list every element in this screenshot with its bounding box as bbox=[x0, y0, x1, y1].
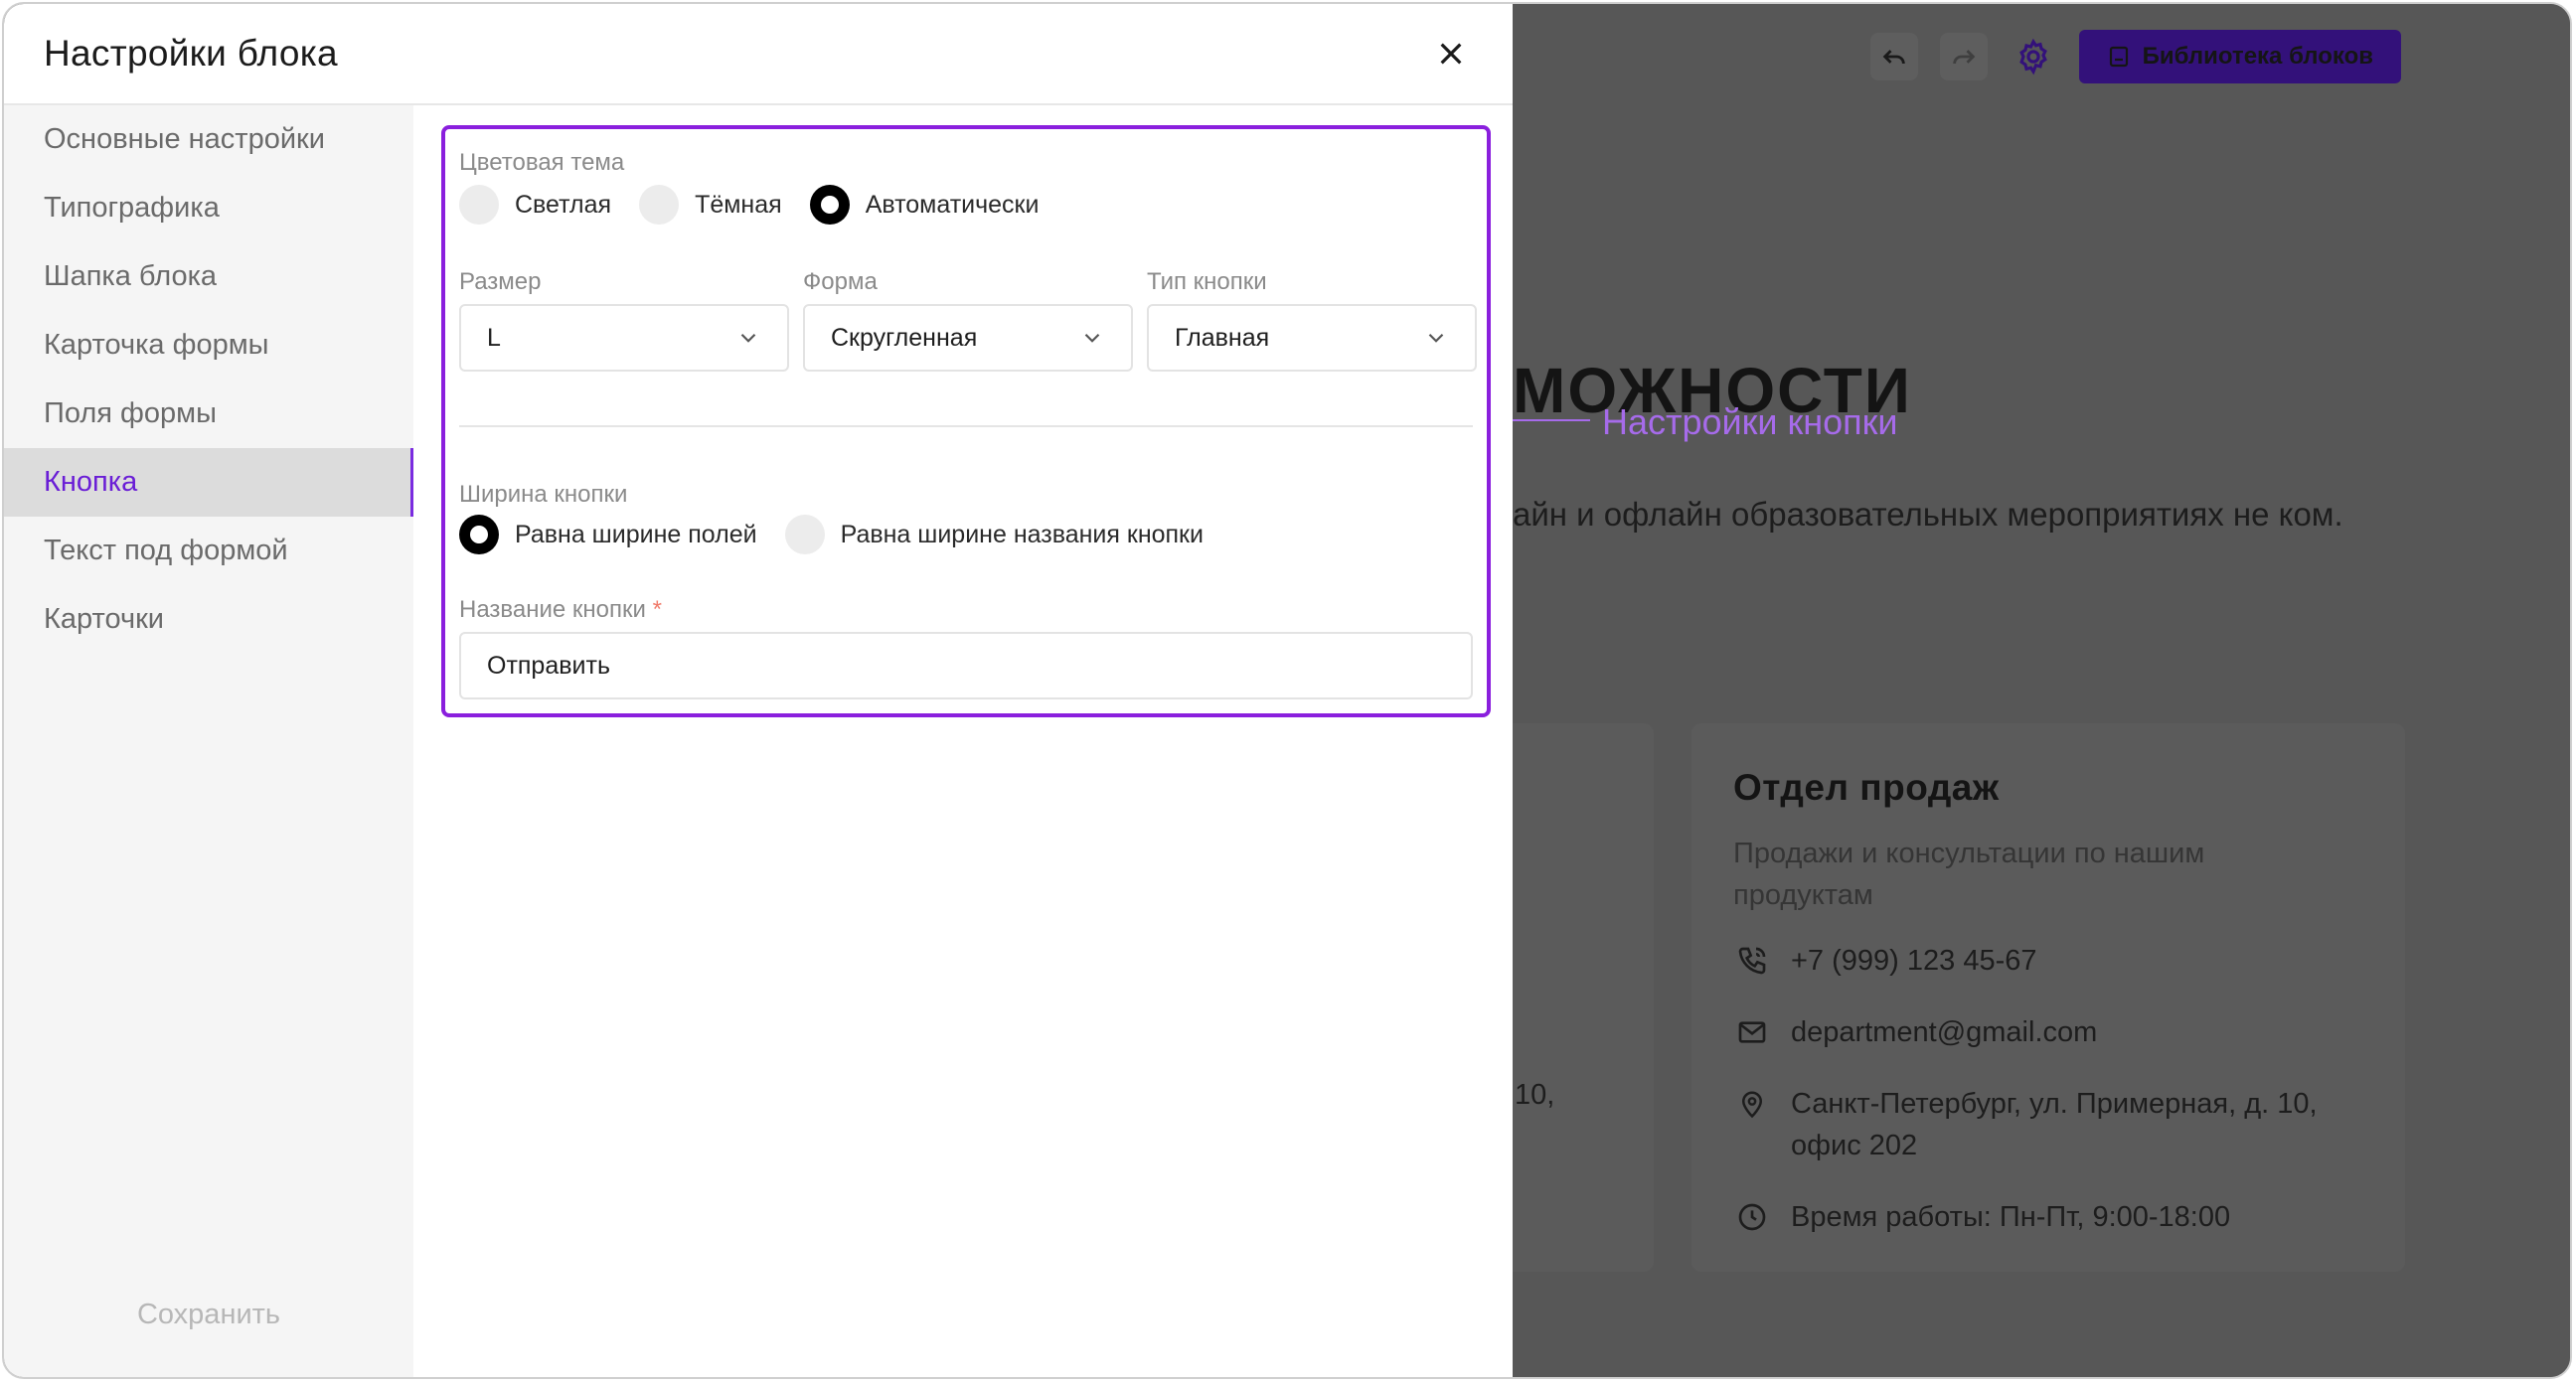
undo-icon bbox=[1882, 50, 1905, 65]
button-type-label: Тип кнопки bbox=[1147, 268, 1267, 295]
library-icon bbox=[2109, 46, 2128, 68]
shape-field: Форма Скругленная bbox=[803, 268, 1133, 372]
radio-label: Светлая bbox=[515, 190, 612, 219]
sidebar-item-typography[interactable]: Типографика bbox=[4, 174, 413, 242]
chevron-down-icon bbox=[1084, 333, 1100, 343]
chevron-down-icon bbox=[1428, 333, 1444, 343]
hero-text-fragment: айн и офлайн образовательных мероприятия… bbox=[1513, 496, 2343, 533]
sidebar-item-form-fields[interactable]: Поля формы bbox=[4, 380, 413, 448]
button-name-label-text: Название кнопки bbox=[459, 596, 646, 623]
theme-radio-dark[interactable]: Тёмная bbox=[639, 185, 782, 225]
radio-circle[interactable] bbox=[639, 185, 680, 225]
size-select[interactable]: L bbox=[459, 304, 789, 372]
top-toolbar: Библиотека блоков bbox=[1869, 30, 2401, 83]
radio-circle[interactable] bbox=[459, 185, 499, 225]
settings-button[interactable] bbox=[2010, 33, 2057, 80]
shape-value: Скругленная bbox=[831, 323, 978, 352]
sidebar-item-button[interactable]: Кнопка bbox=[4, 448, 413, 517]
chevron-down-icon bbox=[740, 333, 756, 343]
radio-label: Равна ширине полей bbox=[515, 520, 757, 548]
clock-icon bbox=[1738, 1203, 1766, 1231]
radio-circle-selected[interactable] bbox=[459, 515, 499, 554]
width-radio-fields[interactable]: Равна ширине полей bbox=[459, 515, 757, 554]
width-radio-name[interactable]: Равна ширине названия кнопки bbox=[784, 515, 1204, 554]
undo-button[interactable] bbox=[1869, 33, 1918, 80]
contact-address-text: Санкт-Петербург, ул. Примерная, д. 10, о… bbox=[1791, 1088, 2318, 1161]
button-name-label: Название кнопки * bbox=[459, 596, 1473, 624]
left-card-fragment: 10, bbox=[1515, 1079, 1555, 1111]
redo-icon bbox=[1952, 50, 1975, 65]
contact-hours-text: Время работы: Пн-Пт, 9:00-18:00 bbox=[1791, 1201, 2231, 1233]
block-settings-modal: Настройки блока Основные настройки Типог… bbox=[4, 4, 1513, 1377]
sales-card-subtitle: Продажи и консультации по нашим продукта… bbox=[1733, 838, 2205, 911]
save-button[interactable]: Сохранить bbox=[4, 1299, 413, 1331]
shape-label: Форма bbox=[803, 268, 878, 295]
radio-label: Автоматически bbox=[865, 190, 1040, 219]
button-type-value: Главная bbox=[1175, 323, 1270, 352]
contact-address: Санкт-Петербург, ул. Примерная, д. 10, о… bbox=[1733, 1083, 2363, 1166]
close-icon bbox=[1440, 43, 1462, 65]
annotation-label: Настройки кнопки bbox=[1602, 401, 1898, 442]
radio-circle-selected[interactable] bbox=[809, 185, 850, 225]
contact-phone: +7 (999) 123 45-67 bbox=[1733, 940, 2363, 982]
sidebar-item-text-under-form[interactable]: Текст под формой bbox=[4, 517, 413, 585]
required-mark: * bbox=[652, 596, 662, 623]
sales-card: Отдел продаж Продажи и консультации по н… bbox=[1691, 723, 2405, 1272]
button-name-input[interactable]: Отправить bbox=[459, 632, 1473, 699]
modal-header: Настройки блока bbox=[4, 4, 1513, 105]
sidebar-item-basic[interactable]: Основные настройки bbox=[4, 105, 413, 174]
theme-radio-light[interactable]: Светлая bbox=[459, 185, 611, 225]
sales-card-title: Отдел продаж bbox=[1733, 767, 2000, 808]
size-label: Размер bbox=[459, 268, 542, 295]
sidebar-item-form-card[interactable]: Карточка формы bbox=[4, 311, 413, 380]
contact-hours: Время работы: Пн-Пт, 9:00-18:00 bbox=[1733, 1196, 2363, 1238]
modal-title: Настройки блока bbox=[44, 33, 338, 74]
mail-icon bbox=[1738, 1021, 1766, 1043]
color-theme-label: Цветовая тема bbox=[459, 149, 625, 176]
radio-label: Тёмная bbox=[695, 190, 782, 219]
pin-icon bbox=[1741, 1091, 1763, 1119]
settings-sidebar: Основные настройки Типографика Шапка бло… bbox=[4, 105, 413, 1377]
sidebar-item-cards[interactable]: Карточки bbox=[4, 585, 413, 654]
size-field: Размер L bbox=[459, 268, 789, 372]
radio-label: Равна ширине названия кнопки bbox=[840, 520, 1204, 548]
sidebar-item-block-header[interactable]: Шапка блока bbox=[4, 242, 413, 311]
color-theme-section: Цветовая тема Светлая Тёмная Автоматичес… bbox=[459, 149, 1066, 225]
shape-select[interactable]: Скругленная bbox=[803, 304, 1133, 372]
contact-phone-text: +7 (999) 123 45-67 bbox=[1791, 945, 2037, 977]
button-selects-row: Размер L Форма Скругленная Тип кнопки Гл… bbox=[459, 268, 1477, 372]
contact-email: department@gmail.com bbox=[1733, 1011, 2363, 1053]
close-button[interactable] bbox=[1429, 32, 1473, 76]
button-type-select[interactable]: Главная bbox=[1147, 304, 1477, 372]
button-name-section: Название кнопки * Отправить bbox=[459, 596, 1473, 699]
button-type-field: Тип кнопки Главная bbox=[1147, 268, 1477, 372]
block-library-label: Библиотека блоков bbox=[2142, 43, 2373, 70]
theme-radio-auto[interactable]: Автоматически bbox=[809, 185, 1040, 225]
gear-icon bbox=[2018, 38, 2047, 76]
app-frame: Библиотека блоков МОЖНОСТИ айн и офлайн … bbox=[2, 2, 2572, 1379]
button-width-section: Ширина кнопки Равна ширине полей Равна ш… bbox=[459, 481, 1231, 554]
settings-content: Цветовая тема Светлая Тёмная Автоматичес… bbox=[413, 105, 1513, 1377]
button-settings-panel: Цветовая тема Светлая Тёмная Автоматичес… bbox=[441, 125, 1491, 717]
button-width-label: Ширина кнопки bbox=[459, 481, 628, 508]
size-value: L bbox=[487, 323, 501, 352]
radio-circle[interactable] bbox=[784, 515, 825, 554]
contact-email-text: department@gmail.com bbox=[1791, 1016, 2098, 1048]
section-divider bbox=[459, 425, 1473, 427]
redo-button[interactable] bbox=[1939, 33, 1988, 80]
block-library-button[interactable]: Библиотека блоков bbox=[2078, 30, 2401, 83]
phone-icon bbox=[1738, 947, 1766, 975]
annotation-line bbox=[1503, 419, 1590, 421]
